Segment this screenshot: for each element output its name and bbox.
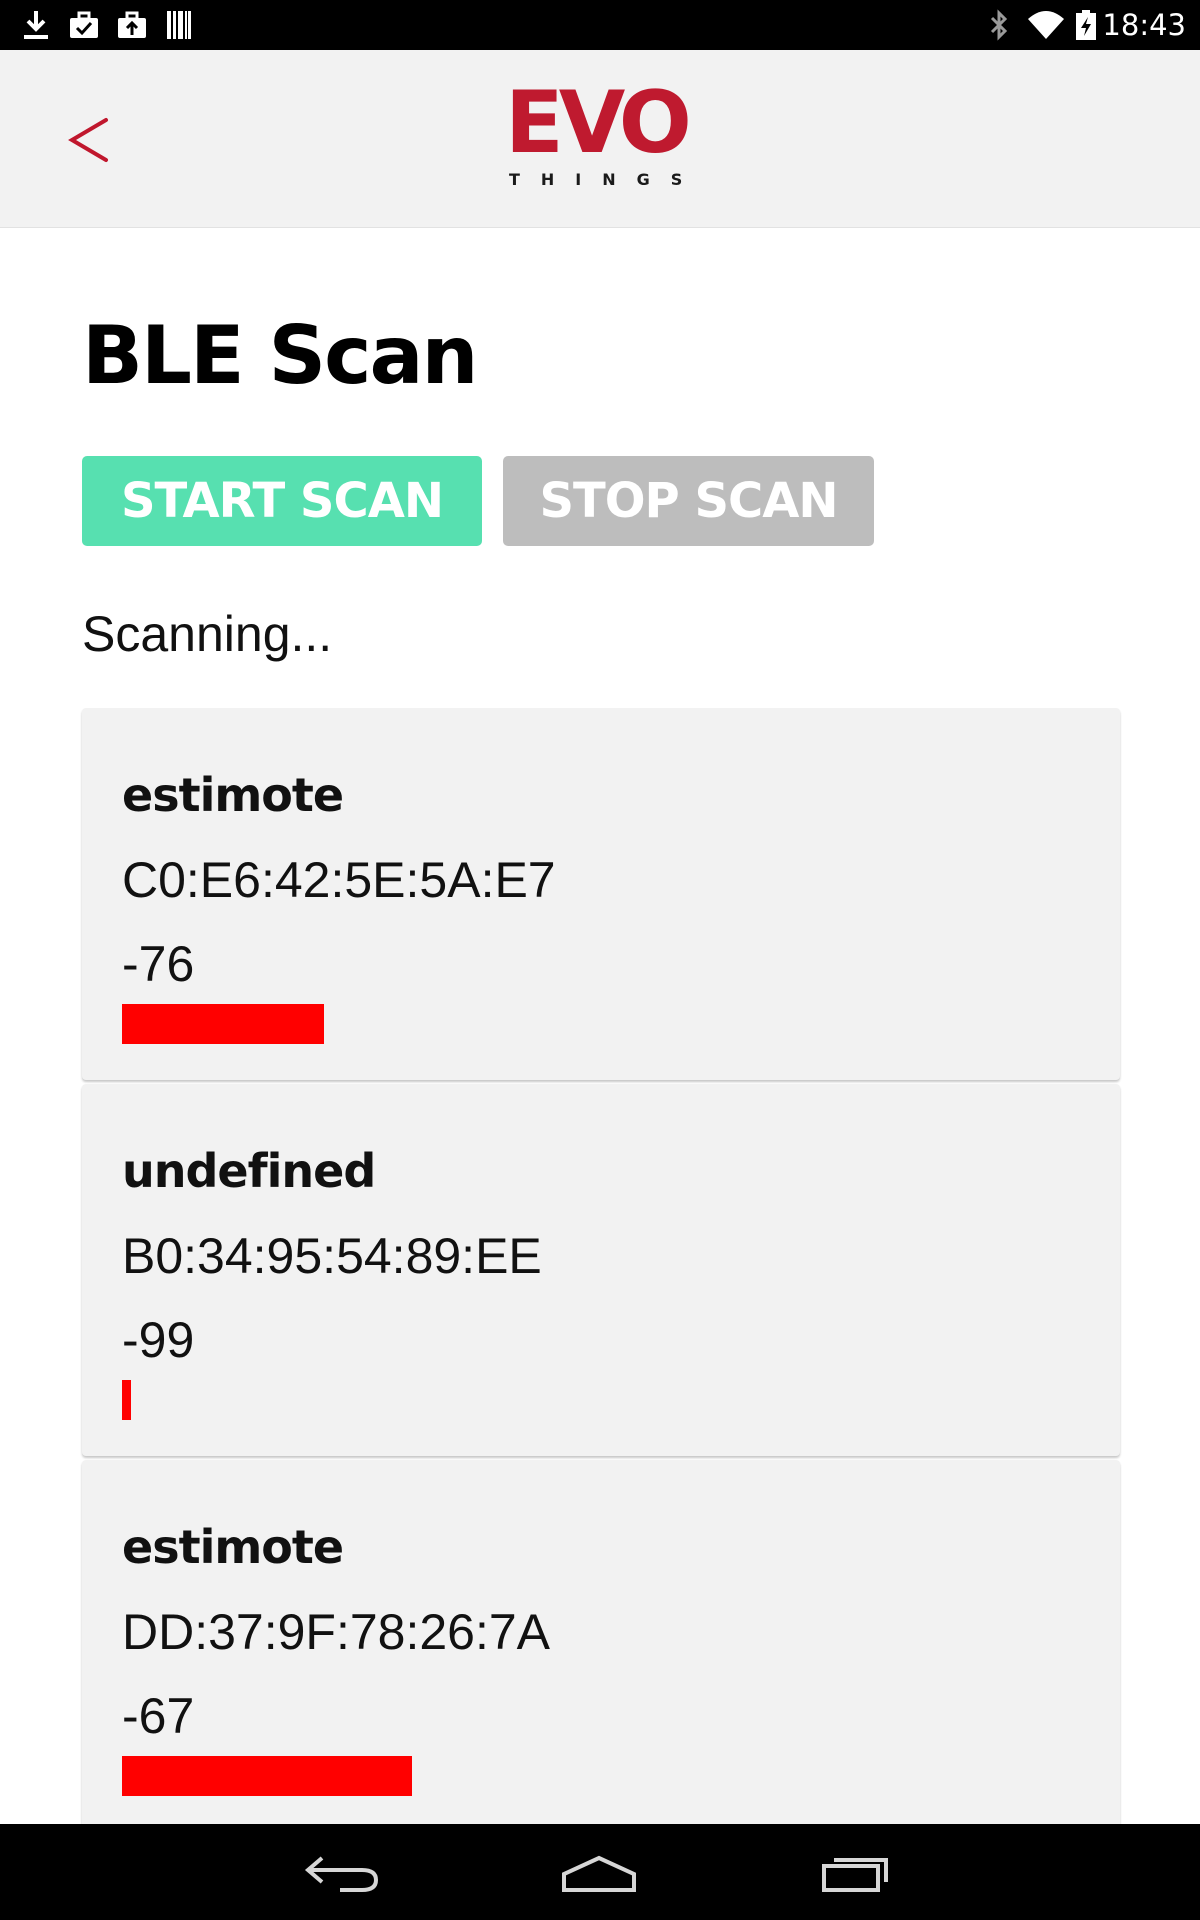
logo-word: EVO [505,73,692,173]
recent-apps-icon [822,1858,888,1892]
clock: 18:43 [1102,8,1186,42]
device-address: B0:34:95:54:89:EE [122,1228,542,1284]
logo-subtitle: THINGS [509,170,704,189]
battery-charging-icon [1076,10,1096,40]
briefcase-check-icon [70,11,98,38]
device-address: DD:37:9F:78:26:7A [122,1604,551,1660]
back-button[interactable] [62,108,118,172]
briefcase-upload-icon [118,11,146,38]
start-scan-button[interactable]: START SCAN [82,456,482,546]
stop-scan-button[interactable]: STOP SCAN [503,456,874,546]
device-list: estimote C0:E6:42:5E:5A:E7 -76 undefined… [82,708,1120,1836]
rssi-bar [122,1756,412,1796]
rssi-bar [122,1380,131,1420]
device-card[interactable]: estimote C0:E6:42:5E:5A:E7 -76 [82,708,1120,1080]
rssi-bar [122,1004,324,1044]
device-rssi: -76 [122,936,195,992]
device-rssi: -67 [122,1688,195,1744]
back-icon [304,1856,379,1892]
chevron-left-icon [68,118,108,162]
device-name: estimote [122,768,344,822]
status-bar: 18:43 [0,0,1200,50]
device-name: estimote [122,1520,344,1574]
device-card[interactable]: undefined B0:34:95:54:89:EE -99 [82,1084,1120,1456]
barcode-icon [167,11,191,39]
evothings-logo: EVO THINGS [505,73,704,196]
device-address: C0:E6:42:5E:5A:E7 [122,852,556,908]
wifi-icon [1028,11,1064,39]
nav-home-button[interactable] [554,1846,644,1898]
nav-recent-apps-button[interactable] [810,1846,900,1898]
nav-back-button[interactable] [300,1846,390,1898]
page-title: BLE Scan [82,309,478,402]
download-icon [24,11,48,39]
bluetooth-icon [990,9,1008,41]
home-icon [562,1855,636,1892]
scan-status: Scanning... [82,606,333,662]
device-rssi: -99 [122,1312,195,1368]
device-name: undefined [122,1144,376,1198]
device-card[interactable]: estimote DD:37:9F:78:26:7A -67 [82,1460,1120,1832]
app-header: EVO THINGS [0,50,1200,228]
navigation-bar [0,1824,1200,1920]
